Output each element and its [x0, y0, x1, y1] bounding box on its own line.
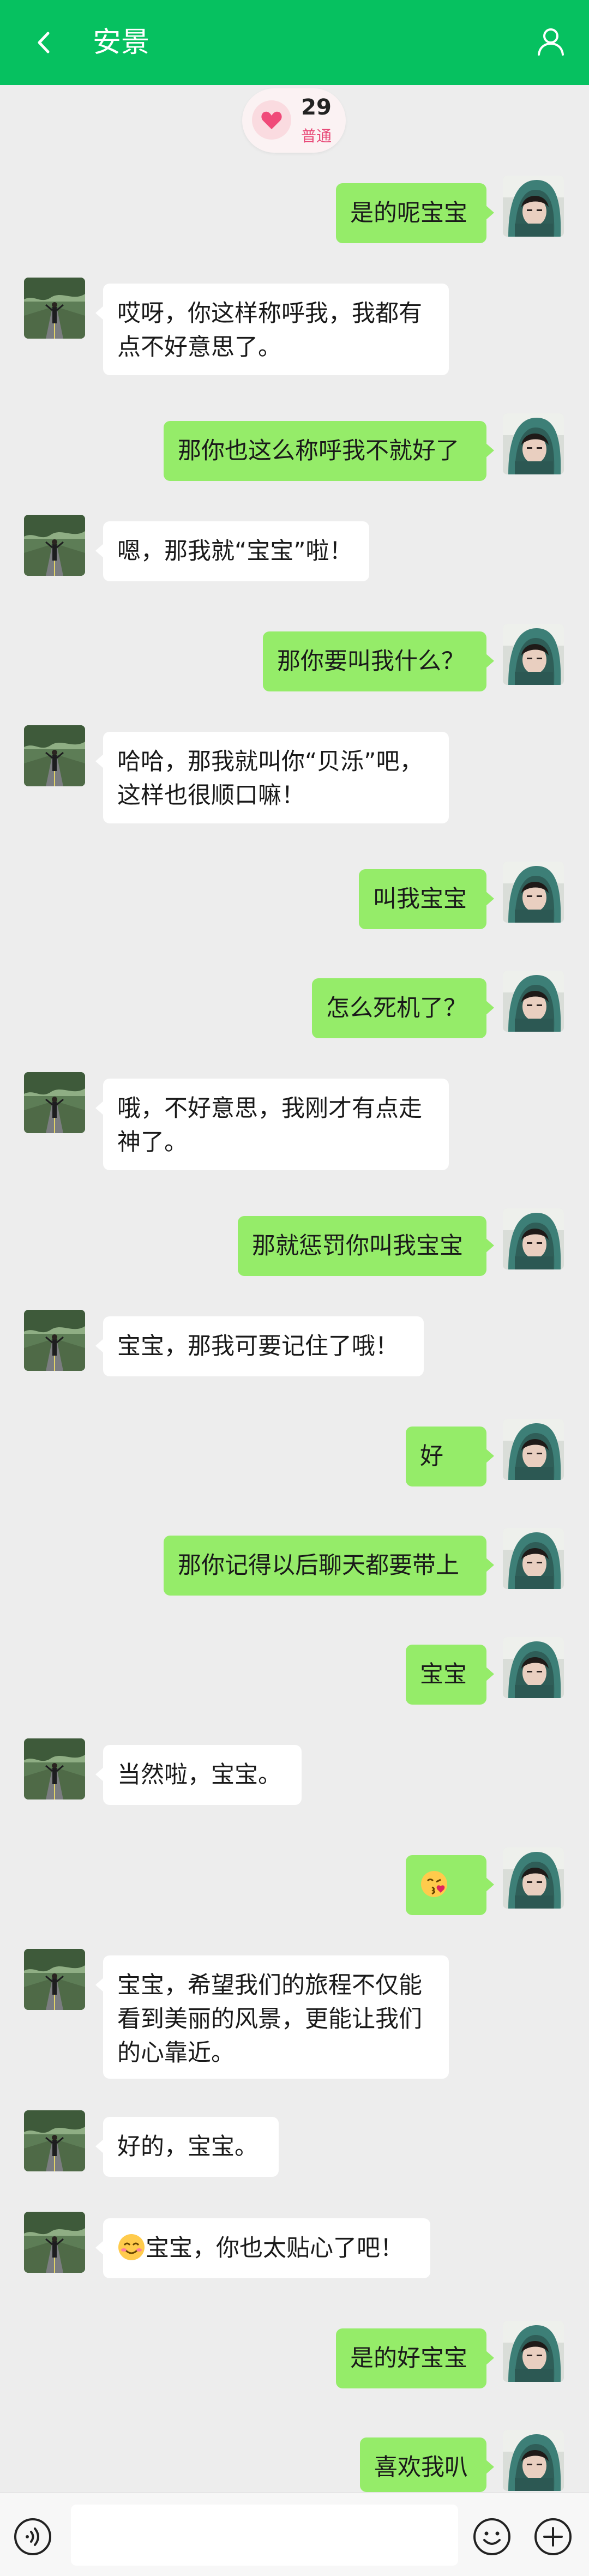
- my-avatar[interactable]: [503, 176, 564, 237]
- message-bubble-out[interactable]: [406, 1855, 494, 1915]
- input-bar: [0, 2492, 589, 2576]
- contact-avatar[interactable]: [24, 1310, 85, 1371]
- message-text: 嗯，那我就“宝宝”啦！: [117, 538, 353, 565]
- my-avatar[interactable]: [503, 1419, 564, 1480]
- message-bubble-out[interactable]: 叫我宝宝: [359, 869, 494, 929]
- message-bubble-in[interactable]: 宝宝，你也太贴心了吧！: [95, 2218, 430, 2278]
- message-bubble-out[interactable]: 宝宝: [406, 1645, 494, 1705]
- message-text: 当然啦，宝宝。: [117, 1761, 281, 1789]
- plus-icon[interactable]: [533, 2517, 573, 2556]
- message-bubble-out[interactable]: 是的呢宝宝: [336, 183, 494, 243]
- message-bubble-out[interactable]: 那就惩罚你叫我宝宝: [238, 1216, 494, 1276]
- chevron-left-icon[interactable]: [32, 30, 57, 55]
- message-bubble-in[interactable]: 好的，宝宝。: [95, 2117, 279, 2177]
- message-bubble-out[interactable]: 喜欢我叭: [360, 2437, 494, 2492]
- my-avatar[interactable]: [503, 1637, 564, 1698]
- smiling-face-emoji: [117, 2233, 146, 2261]
- message-text: 喜欢我叭: [374, 2454, 468, 2481]
- kissing-face-emoji: [420, 1870, 448, 1898]
- chat-header: 安景: [0, 0, 589, 85]
- message-text: 哎呀，你这样称呼我，我都有点不好意思了。: [117, 300, 422, 361]
- message-text: 那你也这么称呼我不就好了: [178, 437, 459, 465]
- contact-avatar[interactable]: [24, 515, 85, 576]
- contact-avatar[interactable]: [24, 1072, 85, 1133]
- message-input[interactable]: [71, 2505, 458, 2566]
- message-bubble-out[interactable]: 那你也这么称呼我不就好了: [164, 421, 494, 481]
- my-avatar[interactable]: [503, 2430, 564, 2491]
- message-bubble-out[interactable]: 怎么死机了？: [312, 978, 494, 1038]
- message-text: 那就惩罚你叫我宝宝: [252, 1232, 463, 1260]
- contact-avatar[interactable]: [24, 1949, 85, 2010]
- message-bubble-out[interactable]: 好: [406, 1427, 494, 1486]
- my-avatar[interactable]: [503, 971, 564, 1032]
- message-text: 哦，不好意思，我刚才有点走神了。: [117, 1095, 422, 1156]
- message-bubble-in[interactable]: 嗯，那我就“宝宝”啦！: [95, 521, 369, 581]
- message-bubble-out[interactable]: 是的好宝宝: [336, 2328, 494, 2388]
- my-avatar[interactable]: [503, 624, 564, 685]
- my-avatar[interactable]: [503, 2321, 564, 2382]
- message-text: 宝宝，希望我们的旅程不仅能看到美丽的风景，更能让我们的心靠近。: [117, 1972, 422, 2067]
- my-avatar[interactable]: [503, 1528, 564, 1589]
- message-text: 哈哈，那我就叫你“贝泺”吧，这样也很顺口嘛！: [117, 748, 423, 809]
- message-text: 怎么死机了？: [326, 995, 467, 1022]
- message-bubble-in[interactable]: 当然啦，宝宝。: [95, 1745, 302, 1805]
- chat-title: 安景: [93, 26, 150, 59]
- message-text: 是的呢宝宝: [350, 200, 467, 227]
- person-icon[interactable]: [534, 25, 567, 58]
- intimacy-value: 29: [301, 95, 332, 120]
- message-bubble-in[interactable]: 宝宝，希望我们的旅程不仅能看到美丽的风景，更能让我们的心靠近。: [95, 1955, 449, 2079]
- my-avatar[interactable]: [503, 1208, 564, 1269]
- message-bubble-out[interactable]: 那你记得以后聊天都要带上: [164, 1536, 494, 1596]
- emoji-icon[interactable]: [472, 2517, 512, 2556]
- contact-avatar[interactable]: [24, 2212, 85, 2273]
- contact-avatar[interactable]: [24, 2110, 85, 2171]
- message-text: 那你要叫我什么？: [277, 648, 465, 675]
- my-avatar[interactable]: [503, 413, 564, 474]
- heart-icon: [252, 100, 291, 140]
- contact-avatar[interactable]: [24, 278, 85, 339]
- intimacy-badge[interactable]: 29 普通: [242, 88, 346, 153]
- contact-avatar[interactable]: [24, 725, 85, 786]
- message-text: 那你记得以后聊天都要带上: [178, 1552, 459, 1579]
- message-bubble-in[interactable]: 哎呀，你这样称呼我，我都有点不好意思了。: [95, 284, 449, 375]
- voice-icon[interactable]: [13, 2517, 52, 2556]
- contact-avatar[interactable]: [24, 1738, 85, 1799]
- intimacy-level: 普通: [300, 127, 332, 145]
- message-bubble-in[interactable]: 哈哈，那我就叫你“贝泺”吧，这样也很顺口嘛！: [95, 732, 449, 823]
- message-text: 宝宝，你也太贴心了吧！: [146, 2235, 404, 2262]
- my-avatar[interactable]: [503, 1847, 564, 1909]
- message-bubble-out[interactable]: 那你要叫我什么？: [263, 631, 494, 691]
- message-bubble-in[interactable]: 宝宝，那我可要记住了哦！: [95, 1316, 424, 1376]
- message-text: 宝宝: [420, 1661, 467, 1688]
- message-text: 叫我宝宝: [373, 886, 467, 913]
- message-text: 好: [420, 1443, 443, 1470]
- my-avatar[interactable]: [503, 862, 564, 923]
- message-text: 是的好宝宝: [350, 2345, 467, 2372]
- message-text: 宝宝，那我可要记住了哦！: [117, 1333, 399, 1360]
- message-bubble-in[interactable]: 哦，不好意思，我刚才有点走神了。: [95, 1079, 449, 1170]
- message-text: 好的，宝宝。: [117, 2133, 258, 2160]
